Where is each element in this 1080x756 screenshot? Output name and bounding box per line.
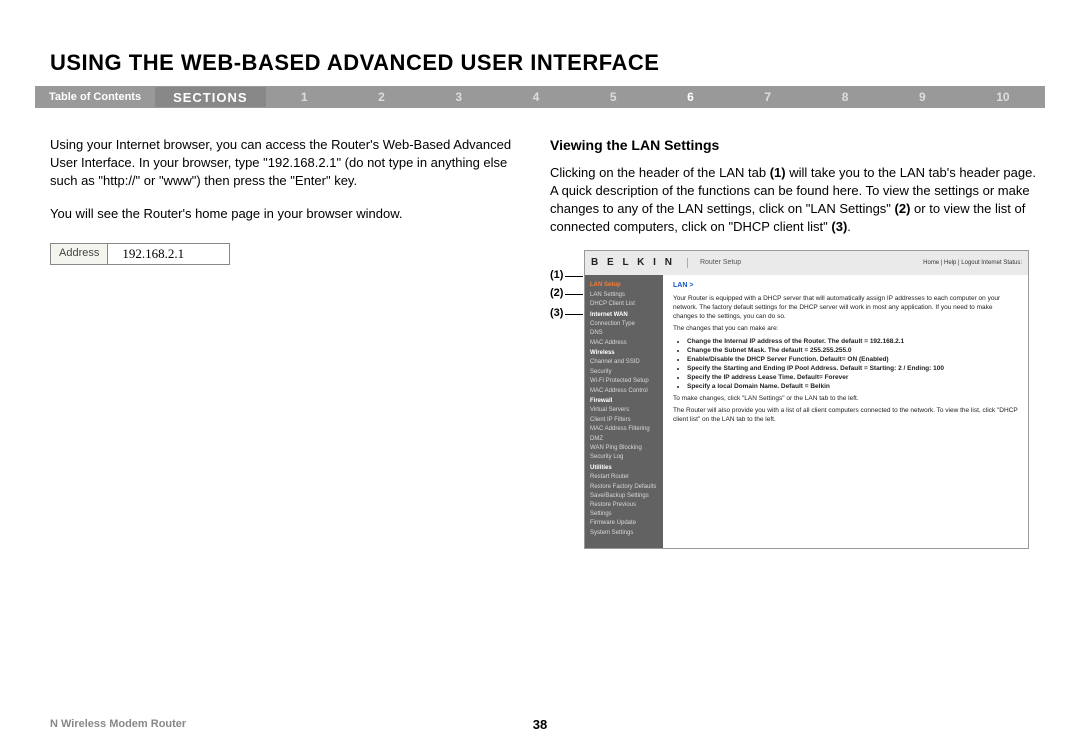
router-li4: Specify the Starting and Ending IP Pool … <box>687 364 1018 373</box>
router-p4: The Router will also provide you with a … <box>673 406 1018 424</box>
router-li5: Specify the IP address Lease Time. Defau… <box>687 373 1018 382</box>
router-li1: Change the Internal IP address of the Ro… <box>687 337 1018 346</box>
section-link-1[interactable]: 1 <box>293 90 316 104</box>
router-top-links: Home | Help | Logout Internet Status: <box>923 259 1022 267</box>
section-link-2[interactable]: 2 <box>370 90 393 104</box>
address-value: 192.168.2.1 <box>107 244 229 264</box>
section-link-3[interactable]: 3 <box>447 90 470 104</box>
side-mac-address[interactable]: MAC Address <box>590 339 658 347</box>
page-number: 38 <box>533 717 547 732</box>
section-link-4[interactable]: 4 <box>525 90 548 104</box>
intro-paragraph-1: Using your Internet browser, you can acc… <box>50 136 520 191</box>
side-restart[interactable]: Restart Router <box>590 473 658 481</box>
side-virtual-servers[interactable]: Virtual Servers <box>590 406 658 414</box>
section-link-7[interactable]: 7 <box>756 90 779 104</box>
lan-paragraph: Clicking on the header of the LAN tab (1… <box>550 164 1040 237</box>
address-bar: Address 192.168.2.1 <box>50 243 230 265</box>
belkin-logo: B E L K I N <box>591 256 675 270</box>
lan-heading: Viewing the LAN Settings <box>550 136 1040 156</box>
section-link-5[interactable]: 5 <box>602 90 625 104</box>
side-client-filters[interactable]: Client IP Filters <box>590 416 658 424</box>
toc-link[interactable]: Table of Contents <box>35 91 155 103</box>
side-lan-settings[interactable]: LAN Settings <box>590 291 658 299</box>
side-internet-wan[interactable]: Internet WAN <box>590 311 658 319</box>
router-setup-title: Router Setup <box>687 258 741 268</box>
section-link-6[interactable]: 6 <box>679 90 702 104</box>
intro-paragraph-2: You will see the Router's home page in y… <box>50 205 520 223</box>
router-p1: Your Router is equipped with a DHCP serv… <box>673 294 1018 321</box>
page-title: USING THE WEB-BASED ADVANCED USER INTERF… <box>0 0 1080 86</box>
router-li2: Change the Subnet Mask. The default = 25… <box>687 346 1018 355</box>
section-link-10[interactable]: 10 <box>988 90 1017 104</box>
side-mac-filtering[interactable]: MAC Address Filtering <box>590 425 658 433</box>
lan-header-link[interactable]: LAN > <box>673 281 1018 291</box>
side-channel-ssid[interactable]: Channel and SSID <box>590 358 658 366</box>
callout-1: (1) <box>550 268 583 283</box>
side-mac-control[interactable]: MAC Address Control <box>590 387 658 395</box>
router-li3: Enable/Disable the DHCP Server Function.… <box>687 355 1018 364</box>
side-utilities[interactable]: Utilities <box>590 464 658 472</box>
side-security-log[interactable]: Security Log <box>590 453 658 461</box>
left-column: Using your Internet browser, you can acc… <box>50 136 520 549</box>
side-firewall[interactable]: Firewall <box>590 397 658 405</box>
callout-3: (3) <box>550 306 583 321</box>
router-li6: Specify a local Domain Name. Default = B… <box>687 382 1018 391</box>
section-link-8[interactable]: 8 <box>834 90 857 104</box>
router-main-panel: LAN > Your Router is equipped with a DHC… <box>663 275 1028 548</box>
side-factory[interactable]: Restore Factory Defaults <box>590 483 658 491</box>
side-sys-settings[interactable]: System Settings <box>590 529 658 537</box>
router-p2: The changes that you can make are: <box>673 324 1018 333</box>
sections-label: SECTIONS <box>155 87 265 107</box>
side-fw-update[interactable]: Firmware Update <box>590 519 658 527</box>
callout-2: (2) <box>550 286 583 301</box>
side-save-backup[interactable]: Save/Backup Settings <box>590 492 658 500</box>
side-restore-prev[interactable]: Restore Previous Settings <box>590 501 658 518</box>
router-p3: To make changes, click "LAN Settings" or… <box>673 394 1018 403</box>
side-dmz[interactable]: DMZ <box>590 435 658 443</box>
right-column: Viewing the LAN Settings Clicking on the… <box>550 136 1040 549</box>
router-sidebar: LAN Setup LAN Settings DHCP Client List … <box>585 275 663 548</box>
side-security[interactable]: Security <box>590 368 658 376</box>
side-wireless[interactable]: Wireless <box>590 349 658 357</box>
side-dhcp-list[interactable]: DHCP Client List <box>590 300 658 308</box>
footer-product: N Wireless Modem Router <box>50 718 186 730</box>
section-link-9[interactable]: 9 <box>911 90 934 104</box>
router-screenshot: B E L K I N Router Setup Home | Help | L… <box>584 250 1029 549</box>
side-wan-ping[interactable]: WAN Ping Blocking <box>590 444 658 452</box>
side-wps[interactable]: Wi-Fi Protected Setup <box>590 377 658 385</box>
address-label: Address <box>51 244 107 264</box>
section-nav-strip: Table of Contents SECTIONS 1 2 3 4 5 6 7… <box>35 86 1045 108</box>
side-dns[interactable]: DNS <box>590 329 658 337</box>
side-lan-setup[interactable]: LAN Setup <box>590 281 658 289</box>
side-conn-type[interactable]: Connection Type <box>590 320 658 328</box>
